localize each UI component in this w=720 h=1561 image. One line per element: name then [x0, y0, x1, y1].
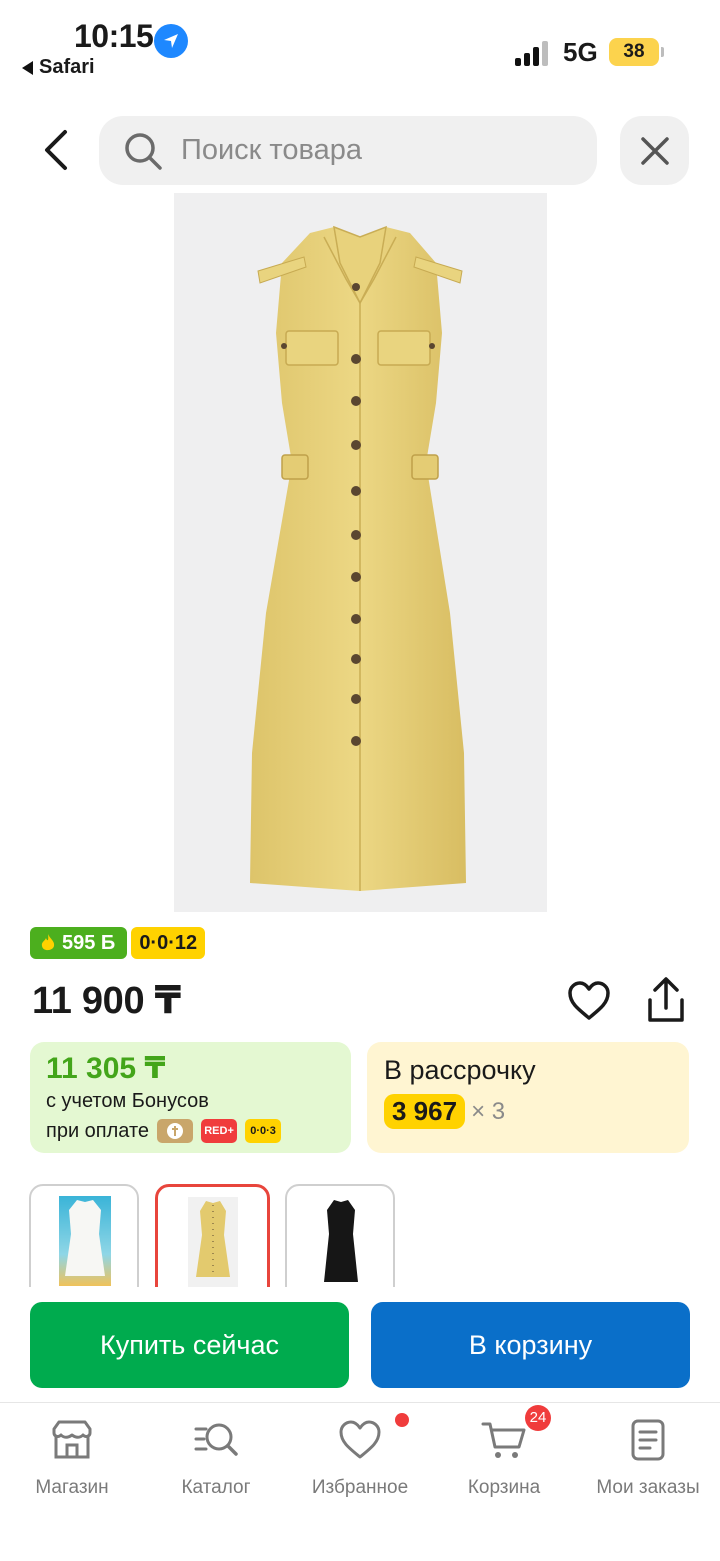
tab-label: Каталог	[181, 1477, 251, 1498]
tab-label: Мои заказы	[596, 1477, 700, 1498]
variant-thumbnails	[29, 1184, 709, 1287]
add-to-cart-button[interactable]: В корзину	[371, 1302, 690, 1388]
chevron-left-icon	[45, 130, 67, 170]
network-type: 5G	[563, 37, 598, 67]
location-arrow-icon	[154, 24, 188, 58]
cart-count-badge: 24	[525, 1405, 551, 1431]
cart-icon: 24	[481, 1405, 551, 1463]
variant-thumbnail-white[interactable]	[29, 1184, 139, 1287]
bonus-line2: при оплате	[46, 1120, 150, 1142]
tab-cart[interactable]: 24 Корзина	[432, 1405, 576, 1499]
installment-badge: 0·0·12	[131, 927, 206, 959]
bonus-price-card[interactable]: 11 305 ₸ с учетом Бонусов при оплате RED…	[30, 1042, 351, 1153]
installment-row: 3 967 × 3	[384, 1094, 672, 1129]
battery-level: 38	[623, 41, 645, 62]
share-button[interactable]	[642, 976, 690, 1026]
product-badges: 595 Б 0·0·12	[30, 927, 206, 959]
orders-icon	[625, 1417, 671, 1463]
yellow-dress-thumbnail	[188, 1197, 238, 1287]
heart-icon	[568, 981, 610, 1020]
back-app-label: Safari	[39, 56, 95, 78]
close-button[interactable]	[620, 116, 689, 185]
tab-label: Магазин	[35, 1477, 109, 1498]
bonus-line1: с учетом Бонусов	[46, 1090, 209, 1112]
installment-card[interactable]: В рассрочку 3 967 × 3	[367, 1042, 689, 1153]
product-image[interactable]	[174, 193, 547, 912]
tab-catalog[interactable]: Каталог	[144, 1417, 288, 1499]
store-icon	[49, 1417, 95, 1463]
favorite-button[interactable]	[566, 978, 612, 1024]
search-input[interactable]	[181, 134, 561, 167]
tab-favorites[interactable]: Избранное	[288, 1413, 432, 1499]
tab-label: Корзина	[467, 1477, 541, 1498]
installment-multiplier: × 3	[471, 1097, 506, 1125]
catalog-search-icon	[193, 1417, 239, 1463]
bonus-badge-value: 595 Б	[62, 931, 116, 954]
share-icon	[648, 977, 684, 1022]
yellow-dress-image	[250, 225, 466, 891]
white-dress-thumbnail	[59, 1196, 111, 1286]
bonus-badge: 595 Б	[30, 927, 128, 959]
tab-store[interactable]: Магазин	[0, 1417, 144, 1499]
payment-methods: при оплате RED+ 0·0·3	[46, 1116, 335, 1146]
back-triangle-icon	[22, 60, 33, 75]
search-icon	[125, 132, 162, 170]
back-to-app[interactable]: Safari	[22, 56, 95, 79]
tab-orders[interactable]: Мои заказы	[576, 1417, 720, 1499]
favorites-notification-dot	[395, 1413, 409, 1427]
kaspi-pay-icon	[157, 1119, 194, 1143]
tab-label: Избранное	[311, 1477, 409, 1498]
bottom-tab-bar: Магазин Каталог Избранное 24 Корзина Мои…	[0, 1402, 720, 1561]
installment-amount: 3 967	[384, 1094, 466, 1129]
back-button[interactable]	[30, 124, 82, 176]
buy-now-button[interactable]: Купить сейчас	[30, 1302, 349, 1388]
black-dress-thumbnail	[324, 1200, 358, 1282]
variant-thumbnail-yellow[interactable]	[155, 1184, 270, 1287]
installment-003-badge: 0·0·3	[245, 1119, 282, 1143]
status-time: 10:15	[74, 18, 154, 54]
close-icon	[640, 136, 669, 165]
status-bar: 10:15 Safari 5G 38	[0, 0, 720, 96]
flame-icon	[41, 934, 55, 951]
bonus-price: 11 305 ₸	[46, 1052, 166, 1085]
variant-thumbnail-black[interactable]	[285, 1184, 395, 1287]
red-plus-badge: RED+	[201, 1119, 238, 1143]
search-bar[interactable]	[99, 116, 597, 185]
installment-title: В рассрочку	[384, 1055, 536, 1085]
heart-icon	[337, 1413, 409, 1463]
cellular-signal-icon	[515, 40, 551, 66]
battery-icon: 38	[609, 38, 664, 66]
product-price: 11 900 ₸	[32, 980, 181, 1022]
